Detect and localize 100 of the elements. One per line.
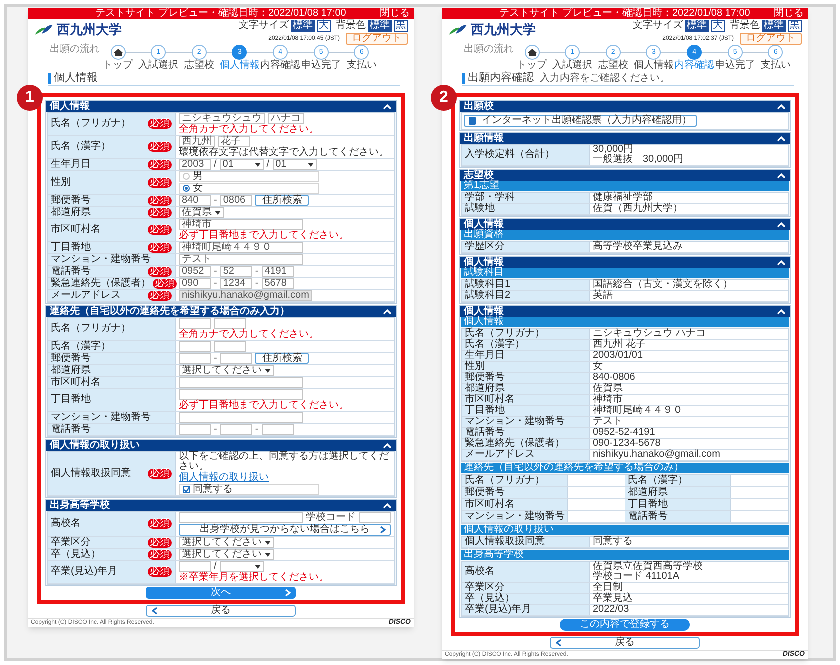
caret-icon (265, 540, 271, 544)
select-field[interactable] (220, 561, 264, 572)
caret-icon (308, 162, 314, 166)
separator-text: - (214, 196, 218, 206)
field-label: 卒業(見込)年月 (51, 567, 118, 577)
separator-text: / (214, 562, 217, 572)
field-label: 丁目番地 (51, 242, 91, 252)
chevron-up-icon[interactable] (777, 308, 786, 314)
select-field[interactable]: 選択してください (179, 549, 274, 560)
step-label: 申込完了 (301, 61, 342, 71)
input-field[interactable]: 神埼市 (179, 219, 303, 230)
school-search-button[interactable]: 出身学校が見つからない場合はこちら (179, 524, 391, 536)
input-field[interactable]: 神埼町尾崎４４９０ (179, 242, 303, 253)
chevron-up-icon[interactable] (777, 136, 786, 142)
section-title: 個人情報 (464, 220, 504, 230)
input-field[interactable] (179, 341, 211, 352)
step-label: 志望校 (184, 61, 214, 71)
required-badge: 必須 (148, 468, 172, 478)
value-text: 0952-52-4191 (593, 428, 656, 438)
chevron-up-icon[interactable] (383, 104, 392, 110)
option-button[interactable]: 標準 (368, 20, 392, 32)
input-field[interactable]: 1234 (220, 278, 252, 289)
input-field[interactable]: 0952 (179, 266, 211, 277)
input-field[interactable] (179, 561, 211, 572)
option-button[interactable]: 標準 (291, 20, 315, 32)
step-label: 支払い (760, 61, 791, 71)
select-field[interactable]: 01 (220, 159, 264, 170)
address-search-button[interactable]: 住所検索 (255, 353, 310, 364)
value-text: 学校コード 41101A (593, 572, 681, 582)
back-button[interactable]: 戻る (550, 637, 700, 649)
input-field[interactable] (179, 412, 303, 423)
select-field[interactable]: 佐賀県 (179, 207, 224, 218)
input-field[interactable]: 4191 (262, 266, 294, 277)
chevron-up-icon[interactable] (383, 502, 392, 508)
input-field[interactable] (214, 318, 246, 329)
select-field[interactable]: 選択してください (179, 537, 274, 548)
input-field[interactable]: ハナコ (268, 113, 304, 124)
radio-option[interactable]: 男 (179, 171, 319, 182)
radio-button[interactable] (183, 173, 190, 180)
field-label: 都道府県 (628, 488, 668, 498)
select-field[interactable]: 選択してください (179, 365, 274, 376)
input-field[interactable]: 840 (179, 195, 211, 206)
input-field[interactable]: 0806 (220, 195, 252, 206)
control-label: 文字サイズ (239, 21, 289, 31)
value-text: 国語総合（古文・漢文を除く） (593, 280, 734, 290)
input-field[interactable] (179, 389, 303, 400)
error-text: 必ず丁目番地まで入力してください。 (179, 401, 350, 411)
input-field[interactable] (220, 424, 252, 435)
radio-option[interactable]: 女 (179, 183, 319, 194)
chevron-up-icon[interactable] (777, 104, 786, 110)
option-button[interactable]: 標準 (685, 20, 709, 32)
input-field[interactable] (179, 512, 303, 523)
input-field[interactable]: テスト (179, 254, 303, 265)
step-label: 個人情報 (634, 61, 674, 71)
input-field[interactable] (179, 377, 303, 388)
value-text: 佐賀（西九州大学） (593, 204, 684, 214)
close-link[interactable]: 閉じる (774, 8, 804, 18)
close-link[interactable]: 閉じる (380, 8, 410, 18)
field-label: 氏名（漢字） (628, 476, 688, 486)
chevron-up-icon[interactable] (383, 308, 392, 314)
page-title: 出願内容確認 (468, 72, 534, 85)
field-label: 丁目番地 (51, 395, 91, 405)
input-field[interactable]: 52 (220, 266, 252, 277)
separator-text: - (255, 278, 259, 288)
value-text: nishikyu.hanako@gmail.com (593, 450, 722, 460)
field-label: 学歴区分 (465, 242, 505, 252)
input-field[interactable]: 5678 (262, 278, 294, 289)
step-label: 支払い (346, 61, 377, 71)
field-label: 郵便番号 (51, 354, 91, 364)
input-field[interactable] (220, 353, 252, 364)
input-field[interactable] (262, 424, 294, 435)
input-field[interactable]: 2003 (179, 159, 211, 170)
back-button[interactable]: 戻る (146, 605, 296, 617)
next-button[interactable]: 次へ (146, 587, 296, 599)
input-field[interactable]: 西九州 (179, 136, 215, 147)
confirmation-sheet-button[interactable]: インターネット出願確認票（入力内容確認用） (464, 115, 697, 127)
input-field[interactable]: ニシキュウシュウ (179, 113, 265, 124)
input-field[interactable] (214, 341, 246, 352)
input-field[interactable] (179, 318, 211, 329)
house-icon (528, 49, 536, 56)
input-field[interactable] (179, 353, 211, 364)
input-field[interactable]: 090 (179, 278, 211, 289)
checkbox[interactable] (183, 486, 190, 493)
input-field[interactable] (179, 424, 211, 435)
radio-button[interactable] (183, 185, 190, 192)
field-label: 丁目番地 (465, 406, 505, 416)
chevron-up-icon[interactable] (777, 172, 786, 178)
section-title: 個人情報の取り扱い (50, 440, 140, 450)
input-field[interactable] (359, 512, 391, 523)
address-search-button[interactable]: 住所検索 (255, 195, 310, 206)
submit-button[interactable]: この内容で登録する (560, 619, 690, 631)
checkbox-option[interactable]: 同意する (179, 484, 319, 495)
option-button[interactable]: 標準 (762, 20, 786, 32)
input-field[interactable]: 花子 (218, 136, 250, 147)
chevron-up-icon[interactable] (777, 222, 786, 228)
select-field[interactable]: 01 (272, 159, 317, 170)
chevron-up-icon[interactable] (383, 442, 392, 448)
chevron-up-icon[interactable] (777, 260, 786, 266)
title-accent-bar (48, 73, 51, 84)
policy-link[interactable]: 個人情報の取り扱い (179, 473, 269, 483)
